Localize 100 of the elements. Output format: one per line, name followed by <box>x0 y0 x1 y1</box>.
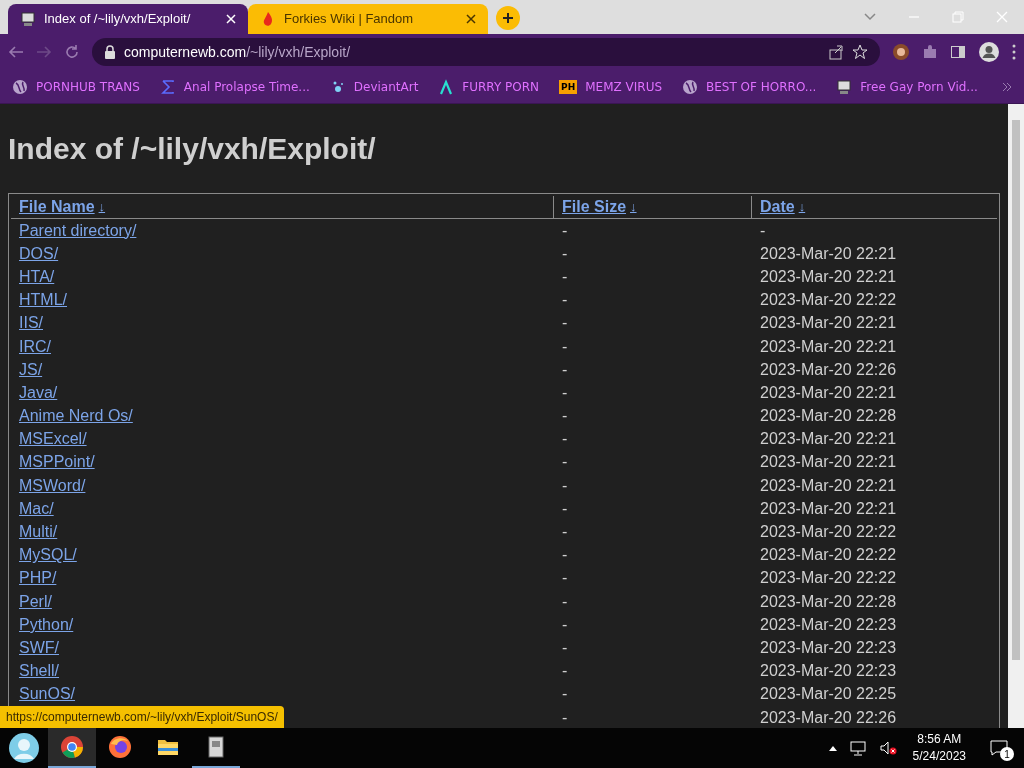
file-link[interactable]: JS/ <box>19 360 43 378</box>
file-date: 2023-Mar-20 22:21 <box>760 499 897 517</box>
bookmark[interactable]: BEST OF HORRO... <box>682 77 817 96</box>
address-bar[interactable]: computernewb.com/~lily/vxh/Exploit/ <box>92 38 880 66</box>
sigma-icon <box>159 78 176 95</box>
file-date: 2023-Mar-20 22:22 <box>760 523 897 541</box>
file-date: 2023-Mar-20 22:21 <box>760 453 897 471</box>
column-header[interactable]: File Name ↓ <box>11 196 554 218</box>
file-size: - <box>562 430 568 448</box>
file-date: 2023-Mar-20 22:21 <box>760 267 897 285</box>
clock-time[interactable]: 8:56 AM <box>917 731 962 748</box>
file-link[interactable]: PHP/ <box>19 569 57 587</box>
notifications-button[interactable]: 1 <box>982 728 1016 768</box>
plus-icon <box>502 12 514 24</box>
file-date: 2023-Mar-20 22:23 <box>760 638 897 656</box>
file-size: - <box>562 267 568 285</box>
close-icon <box>226 14 236 24</box>
lock-icon <box>104 45 116 59</box>
bookmark[interactable]: Anal Prolapse Time... <box>159 77 310 96</box>
file-size: - <box>562 383 568 401</box>
file-link[interactable]: MSPPoint/ <box>19 453 95 471</box>
file-date: 2023-Mar-20 22:26 <box>760 360 897 378</box>
file-size: - <box>562 337 568 355</box>
file-size: - <box>562 662 568 680</box>
file-link[interactable]: SWF/ <box>19 638 59 656</box>
network-icon <box>848 740 867 756</box>
file-link[interactable]: IIS/ <box>19 314 43 332</box>
share-icon <box>828 44 844 60</box>
ph-badge-icon: PH <box>559 79 578 94</box>
file-date: 2023-Mar-20 22:21 <box>760 337 897 355</box>
message-icon <box>990 740 1008 756</box>
file-size: - <box>562 314 568 332</box>
computer-icon <box>836 78 853 95</box>
file-link[interactable]: SunOS/ <box>19 685 76 703</box>
close-icon <box>466 14 476 24</box>
file-date: 2023-Mar-20 22:21 <box>760 383 897 401</box>
file-date: 2023-Mar-20 22:23 <box>760 662 897 680</box>
file-size: - <box>562 453 568 471</box>
forward-arrow-icon <box>36 44 52 60</box>
file-size: - <box>562 407 568 425</box>
taskbar-app[interactable] <box>48 728 96 768</box>
file-link[interactable]: MySQL/ <box>19 546 77 564</box>
file-date: 2023-Mar-20 22:21 <box>760 476 897 494</box>
file-link[interactable]: HTML/ <box>19 291 67 309</box>
url-text: computernewb.com/~lily/vxh/Exploit/ <box>124 42 352 62</box>
file-link[interactable]: Java/ <box>19 383 58 401</box>
restore-icon <box>952 11 964 23</box>
file-link[interactable]: HTA/ <box>19 267 55 285</box>
star-icon <box>852 44 868 60</box>
computer-icon <box>20 11 36 27</box>
new-tab-button[interactable] <box>496 6 520 30</box>
file-date: 2023-Mar-20 22:22 <box>760 291 897 309</box>
lambda-icon <box>438 78 455 95</box>
file-link[interactable]: Multi/ <box>19 523 58 541</box>
bookmark[interactable]: Free Gay Porn Vid... <box>836 77 978 96</box>
firefox-icon <box>108 735 132 759</box>
file-date: 2023-Mar-20 22:21 <box>760 430 897 448</box>
file-link[interactable]: DOS/ <box>19 244 59 262</box>
back-arrow-icon <box>8 44 24 60</box>
bookmark[interactable]: FURRY PORN <box>438 77 540 96</box>
file-size: - <box>562 546 568 564</box>
file-size: - <box>562 523 568 541</box>
file-link[interactable]: Shell/ <box>19 662 60 680</box>
file-size: - <box>562 476 568 494</box>
close-icon <box>996 11 1008 23</box>
file-link[interactable]: Perl/ <box>19 592 52 610</box>
profile-icon <box>978 41 1000 63</box>
column-header[interactable]: File Size ↓ <box>554 196 752 218</box>
browser-tab[interactable]: Forkies Wiki | Fandom <box>248 4 488 34</box>
file-link[interactable]: MSExcel/ <box>19 430 87 448</box>
file-link[interactable]: Parent directory/ <box>19 221 137 239</box>
file-size: - <box>562 708 568 726</box>
tab-title: Forkies Wiki | Fandom <box>284 10 415 29</box>
file-link[interactable]: Anime Nerd Os/ <box>19 407 133 425</box>
file-link[interactable]: MSWord/ <box>19 476 86 494</box>
file-link[interactable]: Mac/ <box>19 499 54 517</box>
globe-icon <box>12 78 28 95</box>
bookmark[interactable]: PH MEMZ VIRUS <box>559 77 663 96</box>
file-date: 2023-Mar-20 22:28 <box>760 407 897 425</box>
avatar-icon <box>8 732 40 764</box>
tab-title: Index of /~lily/vxh/Exploit/ <box>44 10 192 29</box>
clock-date[interactable]: 5/24/2023 <box>912 748 966 765</box>
file-date: - <box>760 221 766 239</box>
file-date: 2023-Mar-20 22:23 <box>760 615 897 633</box>
browser-tab[interactable]: Index of /~lily/vxh/Exploit/ <box>8 4 248 34</box>
file-date: 2023-Mar-20 22:21 <box>760 314 897 332</box>
file-date: 2023-Mar-20 22:25 <box>760 685 897 703</box>
bookmark[interactable]: PORNHUB TRANS <box>12 77 140 96</box>
puzzle-icon <box>922 44 938 60</box>
file-link[interactable]: Python/ <box>19 615 74 633</box>
file-size: - <box>562 569 568 587</box>
scrollbar[interactable] <box>1008 104 1024 728</box>
file-date: 2023-Mar-20 22:28 <box>760 592 897 610</box>
column-header[interactable]: Date ↓ <box>752 196 997 218</box>
bookmark[interactable]: DeviantArt <box>329 77 419 96</box>
file-date: 2023-Mar-20 22:21 <box>760 244 897 262</box>
file-size: - <box>562 221 568 239</box>
file-date: 2023-Mar-20 22:22 <box>760 569 897 587</box>
file-link[interactable]: IRC/ <box>19 337 51 355</box>
file-size: - <box>562 685 568 703</box>
